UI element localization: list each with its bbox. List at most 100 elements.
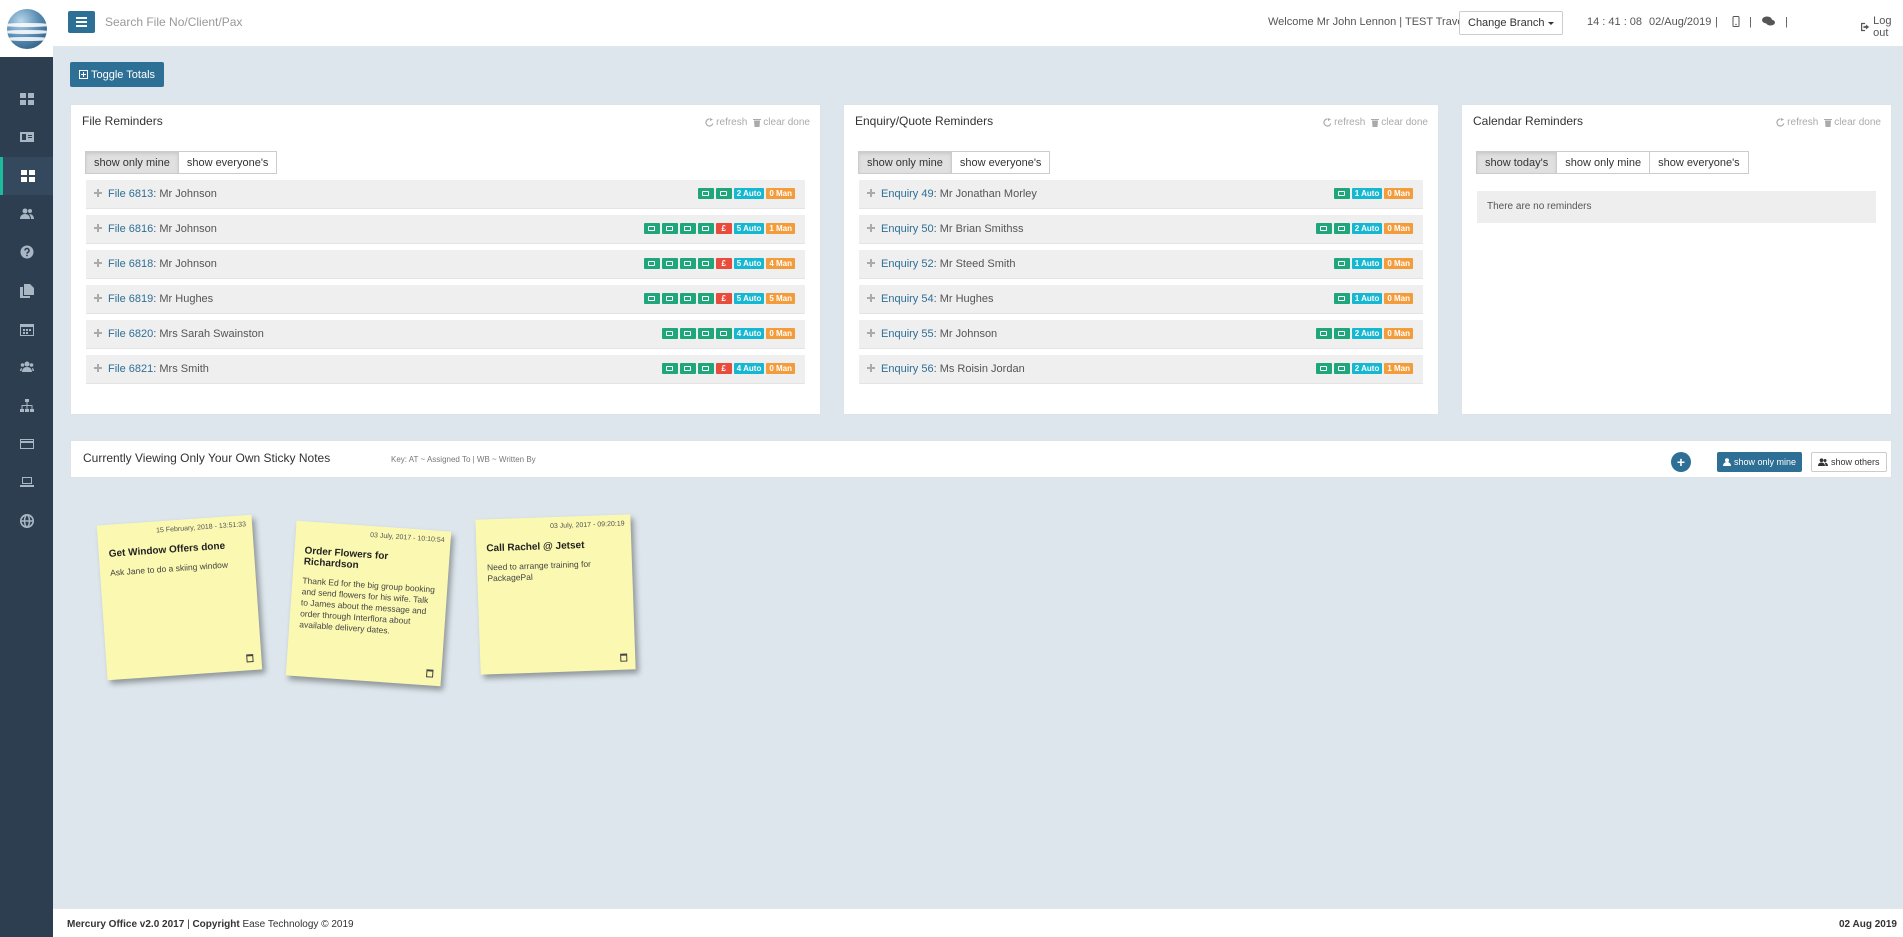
manual-count-badge[interactable]: 0 Man: [1384, 328, 1413, 339]
reminder-row[interactable]: File 6813: Mr Johnson 2 Auto 0 Man: [86, 180, 805, 209]
auto-count-badge[interactable]: 2 Auto: [1351, 363, 1383, 374]
show-only-mine-button[interactable]: show only mine: [858, 151, 952, 174]
reminder-link[interactable]: Enquiry 54: [881, 293, 934, 305]
status-badge-icon[interactable]: [661, 258, 678, 269]
reminder-row[interactable]: Enquiry 49: Mr Jonathan Morley 1 Auto 0 Ma…: [859, 180, 1423, 209]
show-everyones-button[interactable]: show everyone's: [1649, 151, 1749, 174]
status-badge-icon[interactable]: [1333, 363, 1350, 374]
status-badge-icon[interactable]: [679, 223, 696, 234]
manual-count-badge[interactable]: 0 Man: [1384, 293, 1413, 304]
clear-done-link[interactable]: clear done: [1824, 117, 1881, 128]
expand-plus-icon[interactable]: [94, 189, 102, 197]
status-badge-icon[interactable]: [697, 188, 714, 199]
payment-badge[interactable]: £: [715, 293, 732, 304]
logo[interactable]: [0, 0, 53, 57]
status-badge-icon[interactable]: [643, 258, 660, 269]
status-badge-icon[interactable]: [1333, 258, 1350, 269]
reminder-row[interactable]: Enquiry 56: Ms Roisin Jordan 2 Auto 1 Man: [859, 355, 1423, 384]
status-badge-icon[interactable]: [1333, 328, 1350, 339]
show-todays-button[interactable]: show today's: [1476, 151, 1558, 174]
sticky-note[interactable]: 03 July, 2017 - 10:10:54 Order Flowers fo…: [285, 520, 452, 687]
reminder-link[interactable]: File 6819: [108, 293, 153, 305]
reminder-row[interactable]: Enquiry 55: Mr Johnson 2 Auto 0 Man: [859, 320, 1423, 349]
manual-count-badge[interactable]: 1 Man: [1384, 363, 1413, 374]
refresh-link[interactable]: refresh: [705, 117, 747, 128]
manual-count-badge[interactable]: 0 Man: [766, 188, 795, 199]
reminder-link[interactable]: File 6821: [108, 363, 153, 375]
reminder-link[interactable]: Enquiry 55: [881, 328, 934, 340]
status-badge-icon[interactable]: [661, 293, 678, 304]
search-input[interactable]: [105, 12, 365, 32]
reminder-link[interactable]: Enquiry 50: [881, 223, 934, 235]
auto-count-badge[interactable]: 2 Auto: [733, 188, 765, 199]
show-only-mine-button[interactable]: show only mine: [1556, 151, 1651, 174]
status-badge-icon[interactable]: [1315, 223, 1332, 234]
auto-count-badge[interactable]: 2 Auto: [1351, 328, 1383, 339]
reminder-link[interactable]: File 6820: [108, 328, 153, 340]
chat-icon[interactable]: [1762, 16, 1775, 27]
expand-plus-icon[interactable]: [867, 329, 875, 337]
clear-done-link[interactable]: clear done: [753, 117, 810, 128]
sticky-note[interactable]: 15 February, 2018 - 13:51:33 Get Window O…: [96, 514, 263, 681]
status-badge-icon[interactable]: [1333, 188, 1350, 199]
status-badge-icon[interactable]: [679, 258, 696, 269]
delete-note-trash-icon[interactable]: [246, 654, 254, 663]
nav-globe[interactable]: [0, 502, 53, 540]
status-badge-icon[interactable]: [643, 293, 660, 304]
nav-sitemap[interactable]: [0, 387, 53, 425]
reminder-row[interactable]: Enquiry 54: Mr Hughes 1 Auto 0 Man: [859, 285, 1423, 314]
expand-plus-icon[interactable]: [867, 259, 875, 267]
auto-count-badge[interactable]: 1 Auto: [1351, 188, 1383, 199]
reminder-row[interactable]: Enquiry 52: Mr Steed Smith 1 Auto 0 Man: [859, 250, 1423, 279]
expand-plus-icon[interactable]: [94, 294, 102, 302]
reminder-row[interactable]: File 6819: Mr Hughes £5 Auto 5 Man: [86, 285, 805, 314]
reminder-link[interactable]: File 6818: [108, 258, 153, 270]
auto-count-badge[interactable]: 2 Auto: [1351, 223, 1383, 234]
auto-count-badge[interactable]: 1 Auto: [1351, 258, 1383, 269]
menu-toggle-button[interactable]: [68, 11, 95, 33]
mobile-icon[interactable]: [1731, 16, 1741, 27]
nav-dashboard[interactable]: [0, 80, 53, 118]
nav-copy[interactable]: [0, 272, 53, 310]
status-badge-icon[interactable]: [697, 223, 714, 234]
expand-plus-icon[interactable]: [94, 259, 102, 267]
manual-count-badge[interactable]: 0 Man: [1384, 258, 1413, 269]
nav-credit-card[interactable]: [0, 425, 53, 463]
reminder-row[interactable]: File 6818: Mr Johnson £5 Auto 4 Man: [86, 250, 805, 279]
nav-users[interactable]: [0, 195, 53, 233]
toggle-totals-button[interactable]: Toggle Totals: [70, 62, 165, 87]
sticky-note[interactable]: 03 July, 2017 - 09:20:19 Call Rachel @ Je…: [475, 514, 636, 675]
manual-count-badge[interactable]: 1 Man: [766, 223, 795, 234]
manual-count-badge[interactable]: 0 Man: [1384, 223, 1413, 234]
nav-reminders[interactable]: [0, 157, 53, 195]
nav-id-card[interactable]: [0, 118, 53, 156]
show-only-mine-button[interactable]: show only mine: [85, 151, 179, 174]
auto-count-badge[interactable]: 5 Auto: [733, 258, 765, 269]
status-badge-icon[interactable]: [715, 328, 732, 339]
auto-count-badge[interactable]: 4 Auto: [733, 363, 765, 374]
expand-plus-icon[interactable]: [94, 364, 102, 372]
change-branch-dropdown[interactable]: Change Branch: [1459, 11, 1564, 35]
logout-link[interactable]: Log out: [1861, 15, 1903, 39]
reminder-link[interactable]: File 6813: [108, 188, 153, 200]
status-badge-icon[interactable]: [679, 293, 696, 304]
expand-plus-icon[interactable]: [867, 294, 875, 302]
status-badge-icon[interactable]: [715, 188, 732, 199]
reminder-row[interactable]: File 6821: Mrs Smith £4 Auto 0 Man: [86, 355, 805, 384]
auto-count-badge[interactable]: 5 Auto: [733, 223, 765, 234]
delete-note-trash-icon[interactable]: [620, 653, 628, 662]
nav-calendar[interactable]: [0, 310, 53, 348]
payment-badge[interactable]: £: [715, 363, 732, 374]
nav-help[interactable]: [0, 233, 53, 271]
expand-plus-icon[interactable]: [94, 224, 102, 232]
payment-badge[interactable]: £: [715, 223, 732, 234]
add-sticky-note-button[interactable]: +: [1671, 452, 1691, 472]
manual-count-badge[interactable]: 0 Man: [766, 363, 795, 374]
reminder-row[interactable]: File 6820: Mrs Sarah Swainston 4 Auto 0 Ma…: [86, 320, 805, 349]
status-badge-icon[interactable]: [661, 328, 678, 339]
reminder-link[interactable]: Enquiry 49: [881, 188, 934, 200]
status-badge-icon[interactable]: [1315, 363, 1332, 374]
reminder-link[interactable]: Enquiry 52: [881, 258, 934, 270]
status-badge-icon[interactable]: [679, 363, 696, 374]
reminder-row[interactable]: File 6816: Mr Johnson £5 Auto 1 Man: [86, 215, 805, 244]
